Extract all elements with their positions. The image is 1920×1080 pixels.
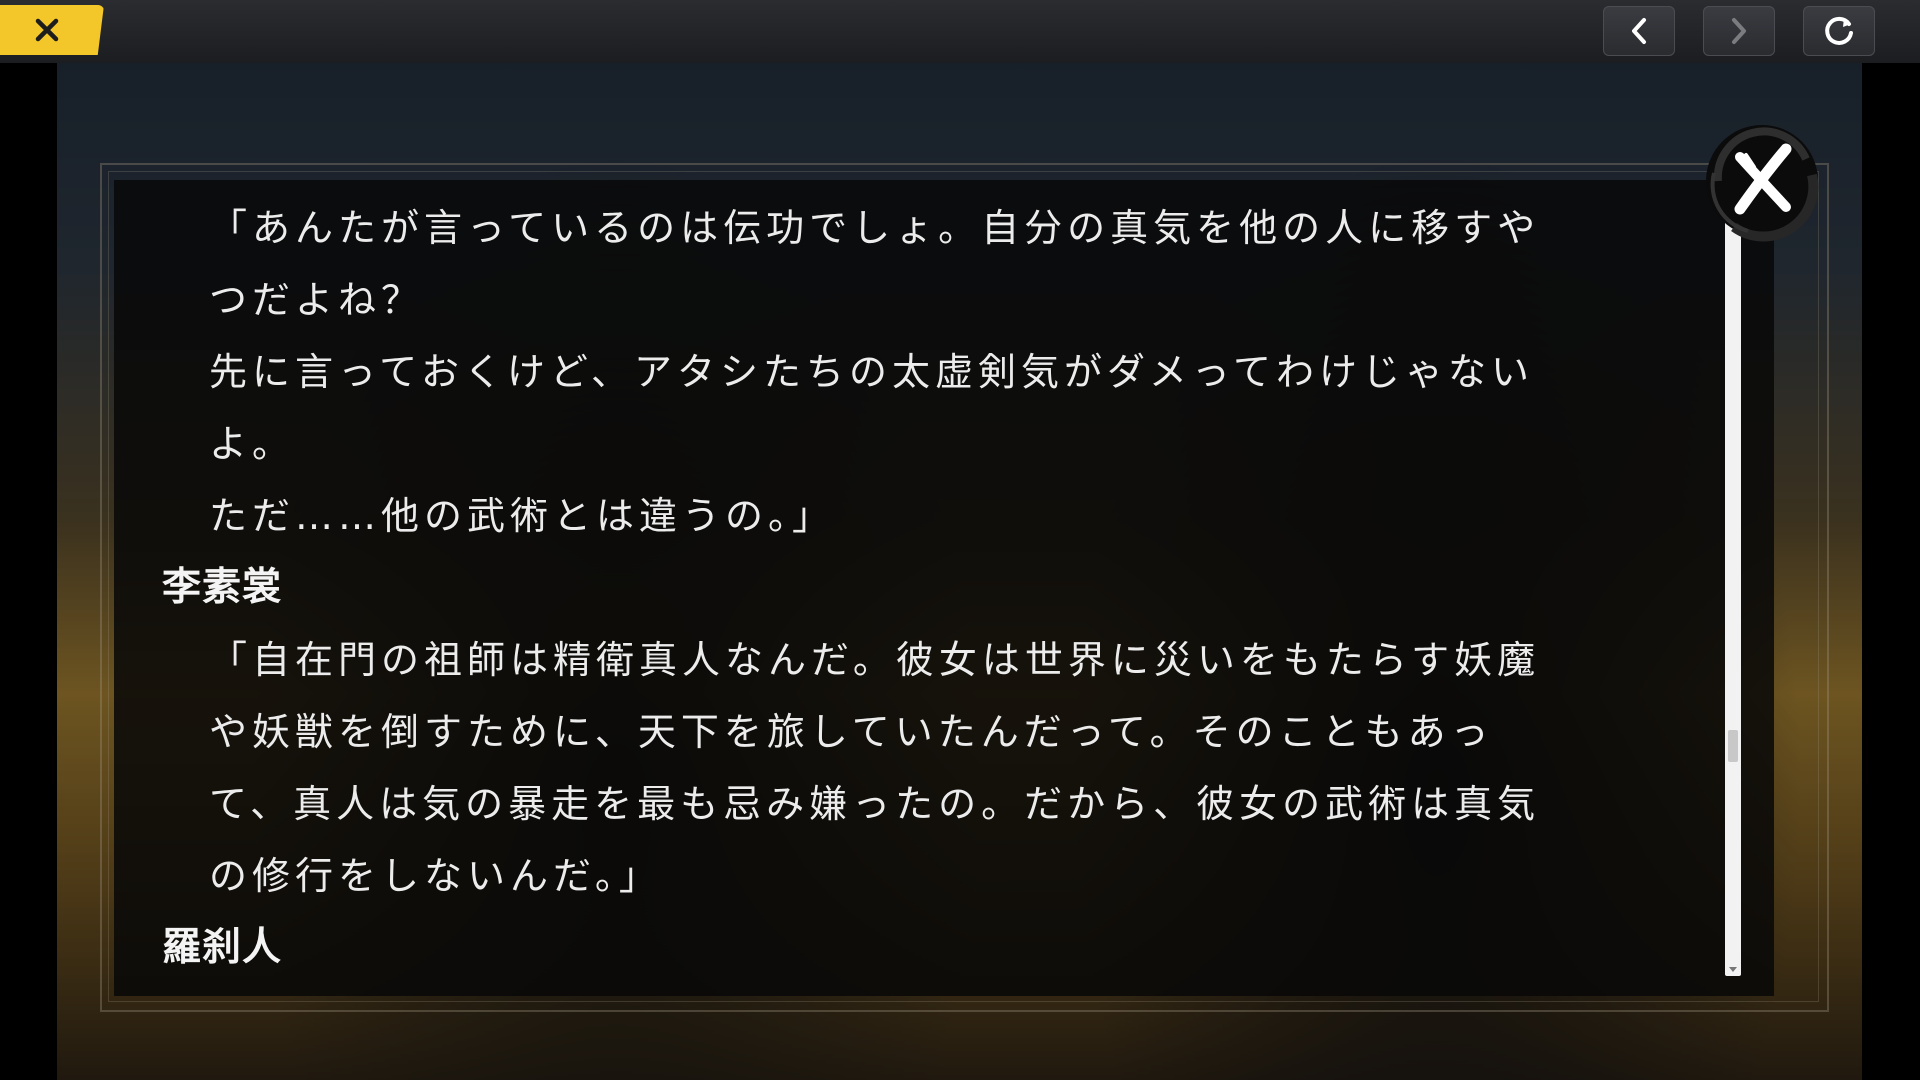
dialogue-line: つだよね？ (209, 278, 425, 322)
backlog-text: 「あんたが言っているのは伝功でしょ。自分の真気を他の人に移すや つだよね？ 先に言っ… (114, 192, 1674, 984)
dialogue-line: て、真人は気の暴走を最も忌み嫌ったの。だから、彼女の武術は真気 (209, 782, 1541, 826)
top-toolbar (0, 0, 1920, 63)
chevron-right-icon (1732, 18, 1746, 44)
reload-button[interactable] (1803, 6, 1875, 56)
game-scene: 「あんたが言っているのは伝功でしょ。自分の真気を他の人に移すや つだよね？ 先に言っ… (57, 63, 1862, 1080)
backlog-panel[interactable]: 「あんたが言っているのは伝功でしょ。自分の真気を他の人に移すや つだよね？ 先に言っ… (114, 180, 1774, 996)
dialogue-line: よ。 (209, 422, 296, 466)
forward-button[interactable] (1703, 6, 1775, 56)
chevron-left-icon (1632, 18, 1646, 44)
back-button[interactable] (1603, 6, 1675, 56)
dialogue-line: ただ……他の武術とは違うの。」 (209, 494, 836, 538)
scroll-down-arrow[interactable] (1729, 967, 1737, 972)
close-icon (35, 18, 59, 42)
dialogue-line: 「あんたが言っているのは伝功でしょ。自分の真気を他の人に移すや (209, 206, 1541, 250)
dialogue-line: の修行をしないんだ。」 (209, 854, 662, 898)
dialogue-line: 「自在門の祖師は精衛真人なんだ。彼女は世界に災いをもたらす妖魔 (209, 638, 1541, 682)
dialogue-line: や妖獣を倒すために、天下を旅していたんだって。そのこともあっ (209, 710, 1494, 754)
speaker-name: 李素裳 (162, 565, 283, 610)
dialogue-line: 先に言っておくけど、アタシたちの太虚剣気がダメってわけじゃない (209, 350, 1535, 394)
exit-button[interactable] (0, 5, 104, 55)
backlog-scrollbar[interactable] (1725, 200, 1741, 976)
reload-icon (1825, 16, 1853, 45)
brush-x-icon (1706, 125, 1819, 242)
close-backlog-button[interactable] (1694, 109, 1834, 249)
scrollbar-thumb[interactable] (1728, 729, 1738, 762)
speaker-name: 羅刹人 (162, 925, 283, 970)
